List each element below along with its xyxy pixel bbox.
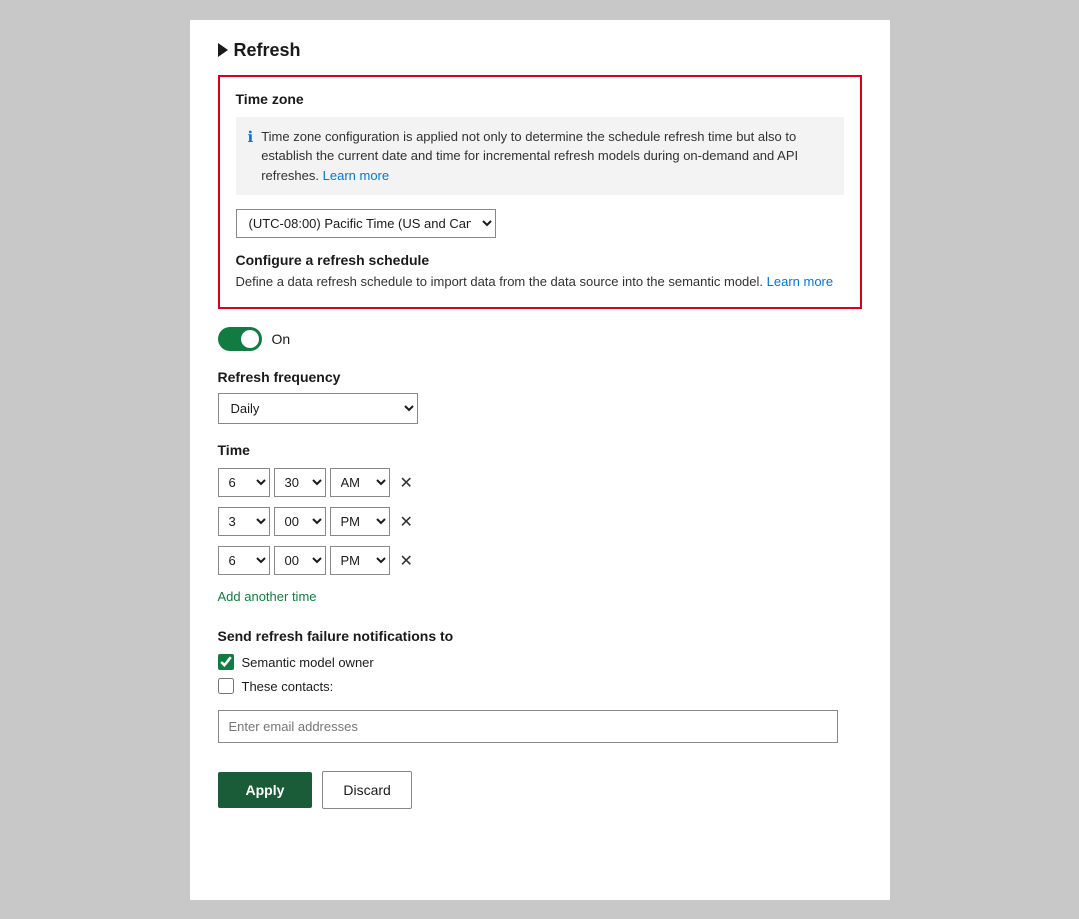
notifications-section: Send refresh failure notifications to Se…: [218, 628, 862, 771]
apply-button[interactable]: Apply: [218, 772, 313, 808]
configure-desc: Define a data refresh schedule to import…: [236, 274, 844, 289]
time-1-remove-btn[interactable]: ✕: [396, 471, 417, 495]
info-icon: ℹ: [248, 128, 254, 146]
time-2-remove-btn[interactable]: ✕: [396, 510, 417, 534]
configure-learn-more-link[interactable]: Learn more: [767, 274, 833, 289]
main-panel: Refresh Time zone ℹ Time zone configurat…: [190, 20, 890, 900]
time-2-ampm[interactable]: PMAM: [330, 507, 390, 536]
triangle-icon: [218, 43, 228, 57]
timezone-info-box: ℹ Time zone configuration is applied not…: [236, 117, 844, 196]
semantic-model-owner-checkbox[interactable]: [218, 654, 234, 670]
refresh-frequency-label: Refresh frequency: [218, 369, 862, 385]
these-contacts-checkbox[interactable]: [218, 678, 234, 694]
frequency-select[interactable]: Daily Weekly Monthly: [218, 393, 418, 424]
email-input[interactable]: [218, 710, 838, 743]
time-3-minute[interactable]: 00153045: [274, 546, 326, 575]
notifications-label: Send refresh failure notifications to: [218, 628, 862, 644]
time-section-label: Time: [218, 442, 862, 458]
time-3-hour[interactable]: 6123 4578 9101112: [218, 546, 270, 575]
time-2-hour[interactable]: 3124 5678 9101112: [218, 507, 270, 536]
time-row-2: 3124 5678 9101112 00153045 PMAM ✕: [218, 507, 862, 536]
page-title: Refresh: [218, 40, 862, 61]
toggle-label: On: [272, 331, 291, 347]
time-2-minute[interactable]: 00153045: [274, 507, 326, 536]
discard-button[interactable]: Discard: [322, 771, 411, 809]
time-1-hour[interactable]: 6123 4578 9101112: [218, 468, 270, 497]
semantic-model-owner-row: Semantic model owner: [218, 654, 862, 670]
semantic-model-owner-label[interactable]: Semantic model owner: [242, 655, 374, 670]
time-3-ampm[interactable]: PMAM: [330, 546, 390, 575]
these-contacts-row: These contacts:: [218, 678, 862, 694]
time-3-remove-btn[interactable]: ✕: [396, 549, 417, 573]
timezone-config-section: Time zone ℹ Time zone configuration is a…: [218, 75, 862, 310]
toggle-track: [218, 327, 262, 351]
timezone-learn-more-link[interactable]: Learn more: [323, 168, 389, 183]
time-1-minute[interactable]: 30001545: [274, 468, 326, 497]
time-row-3: 6123 4578 9101112 00153045 PMAM ✕: [218, 546, 862, 575]
toggle-thumb: [241, 330, 259, 348]
time-1-ampm[interactable]: AMPM: [330, 468, 390, 497]
toggle-row: On: [218, 327, 862, 351]
add-another-time-link[interactable]: Add another time: [218, 589, 317, 604]
these-contacts-label[interactable]: These contacts:: [242, 679, 334, 694]
toggle-switch[interactable]: [218, 327, 262, 351]
button-row: Apply Discard: [218, 771, 862, 809]
timezone-title: Time zone: [236, 91, 844, 107]
time-row-1: 6123 4578 9101112 30001545 AMPM ✕: [218, 468, 862, 497]
timezone-select[interactable]: (UTC-08:00) Pacific Time (US and Can (UT…: [236, 209, 496, 238]
timezone-info-text: Time zone configuration is applied not o…: [261, 127, 831, 186]
configure-title: Configure a refresh schedule: [236, 252, 844, 268]
